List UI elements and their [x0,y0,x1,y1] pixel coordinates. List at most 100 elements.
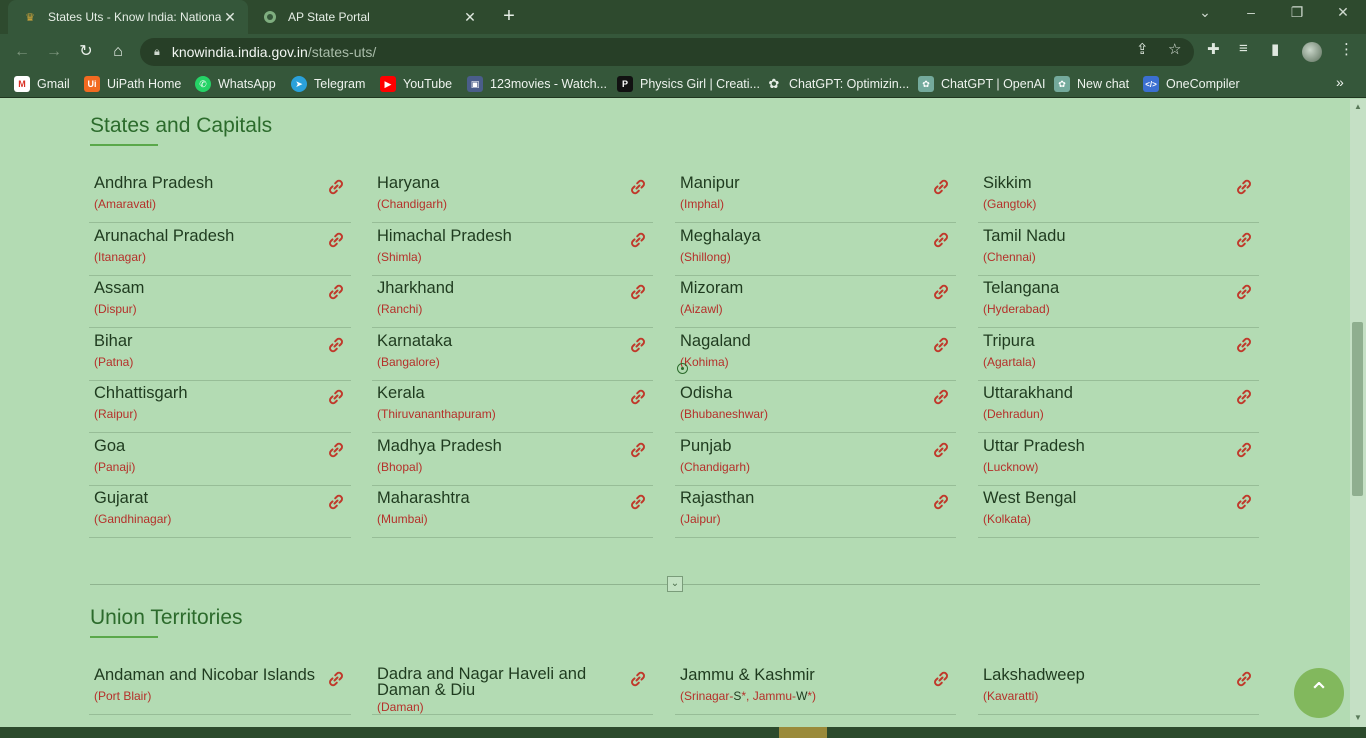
restore-icon[interactable]: ❐ [1285,4,1309,21]
bookmark-whatsapp[interactable]: ✆ WhatsApp [195,75,276,93]
close-window-icon[interactable]: ✕ [1331,4,1355,21]
state-name-link[interactable]: Nagaland [680,332,751,351]
external-link-icon[interactable] [1235,283,1253,301]
external-link-icon[interactable] [932,283,950,301]
list-item[interactable]: Rajasthan (Jaipur) [675,485,956,538]
state-name-link[interactable]: Kerala [377,384,425,403]
external-link-icon[interactable] [327,388,345,406]
side-panel-icon[interactable]: ▮ [1271,40,1279,58]
minimize-icon[interactable]: – [1239,4,1263,20]
external-link-icon[interactable] [1235,231,1253,249]
list-item[interactable]: Himachal Pradesh (Shimla) [372,223,653,276]
external-link-icon[interactable] [327,670,345,688]
state-name-link[interactable]: Gujarat [94,489,148,508]
menu-icon[interactable]: ⋮ [1339,40,1354,58]
list-item[interactable]: Nagaland (Kohima) [675,328,956,381]
state-name-link[interactable]: Sikkim [983,174,1032,193]
new-tab-button[interactable]: + [498,6,520,28]
list-item[interactable]: Karnataka (Bangalore) [372,328,653,381]
external-link-icon[interactable] [629,283,647,301]
state-name-link[interactable]: West Bengal [983,489,1076,508]
external-link-icon[interactable] [629,670,647,688]
list-item[interactable]: Uttarakhand (Dehradun) [978,380,1259,433]
media-icon[interactable]: ≡ [1239,40,1248,57]
bookmark-onecompiler[interactable]: </> OneCompiler [1143,75,1240,93]
list-item[interactable]: Haryana (Chandigarh) [372,170,653,223]
list-item[interactable]: Andaman and Nicobar Islands (Port Blair) [89,662,351,715]
reload-icon[interactable]: ↻ [76,42,96,62]
external-link-icon[interactable] [932,670,950,688]
list-item[interactable]: Gujarat (Gandhinagar) [89,485,351,538]
list-item[interactable]: Goa (Panaji) [89,433,351,486]
state-name-link[interactable]: Meghalaya [680,227,761,246]
list-item[interactable]: Odisha (Bhubaneshwar) [675,380,956,433]
external-link-icon[interactable] [327,441,345,459]
list-item[interactable]: Jammu & Kashmir (Srinagar-S*, Jammu-W*) [675,662,956,715]
external-link-icon[interactable] [629,493,647,511]
list-item[interactable]: Lakshadweep (Kavaratti) [978,662,1259,715]
state-name-link[interactable]: Uttarakhand [983,384,1073,403]
external-link-icon[interactable] [932,388,950,406]
bookmark-telegram[interactable]: ➤ Telegram [291,75,365,93]
state-name-link[interactable]: Bihar [94,332,133,351]
close-icon[interactable]: ✕ [222,9,238,26]
bookmark-chatgpt-optimizing[interactable]: ✿ ChatGPT: Optimizin... [766,75,910,93]
bookmarks-overflow-icon[interactable]: » [1336,74,1344,90]
state-name-link[interactable]: Punjab [680,437,731,456]
state-name-link[interactable]: Haryana [377,174,439,193]
list-item[interactable]: Assam (Dispur) [89,275,351,328]
external-link-icon[interactable] [932,336,950,354]
share-icon[interactable]: ⇪ [1136,40,1149,58]
state-name-link[interactable]: Assam [94,279,144,298]
external-link-icon[interactable] [932,493,950,511]
back-to-top-button[interactable]: ⌃ [1294,668,1344,718]
state-name-link[interactable]: Jharkhand [377,279,454,298]
address-bar[interactable]: 🔒︎ knowindia.india.gov.in/states-uts/ [140,38,1194,66]
external-link-icon[interactable] [932,178,950,196]
list-item[interactable]: Mizoram (Aizawl) [675,275,956,328]
external-link-icon[interactable] [1235,493,1253,511]
bookmark-uipath[interactable]: Ui UiPath Home [84,75,181,93]
profile-avatar[interactable] [1302,42,1322,62]
state-name-link[interactable]: Arunachal Pradesh [94,227,234,246]
bookmark-youtube[interactable]: ▶ YouTube [380,75,452,93]
state-name-link[interactable]: Manipur [680,174,740,193]
state-name-link[interactable]: Uttar Pradesh [983,437,1085,456]
list-item[interactable]: Dadra and Nagar Haveli and Daman & Diu (D… [372,662,653,715]
external-link-icon[interactable] [629,178,647,196]
state-name-link[interactable]: Odisha [680,384,732,403]
external-link-icon[interactable] [629,388,647,406]
list-item[interactable]: Andhra Pradesh (Amaravati) [89,170,351,223]
back-icon[interactable]: ← [12,42,32,62]
state-name-link[interactable]: Madhya Pradesh [377,437,502,456]
external-link-icon[interactable] [629,441,647,459]
list-item[interactable]: Arunachal Pradesh (Itanagar) [89,223,351,276]
tab-ap-state-portal[interactable]: AP State Portal ✕ [248,0,488,34]
bookmark-physics-girl[interactable]: P Physics Girl | Creati... [617,75,760,93]
external-link-icon[interactable] [327,231,345,249]
external-link-icon[interactable] [1235,670,1253,688]
bookmark-chatgpt-openai[interactable]: ✿ ChatGPT | OpenAI [918,75,1045,93]
list-item[interactable]: Madhya Pradesh (Bhopal) [372,433,653,486]
state-name-link[interactable]: Mizoram [680,279,743,298]
taskbar-active-app[interactable] [779,727,827,738]
state-name-link[interactable]: Himachal Pradesh [377,227,512,246]
list-item[interactable]: Punjab (Chandigarh) [675,433,956,486]
state-name-link[interactable]: Chhattisgarh [94,384,188,403]
list-item[interactable]: Maharashtra (Mumbai) [372,485,653,538]
state-name-link[interactable]: Karnataka [377,332,452,351]
external-link-icon[interactable] [932,231,950,249]
tab-states-uts[interactable]: ♛ States Uts - Know India: National ✕ [8,0,248,34]
state-name-link[interactable]: Tripura [983,332,1035,351]
bookmark-gmail[interactable]: M Gmail [14,75,70,93]
external-link-icon[interactable] [1235,441,1253,459]
state-name-link[interactable]: Andaman and Nicobar Islands [94,666,315,685]
list-item[interactable]: Bihar (Patna) [89,328,351,381]
list-item[interactable]: Kerala (Thiruvananthapuram) [372,380,653,433]
state-name-link[interactable]: Goa [94,437,125,456]
list-item[interactable]: Telangana (Hyderabad) [978,275,1259,328]
list-item[interactable]: Chhattisgarh (Raipur) [89,380,351,433]
home-icon[interactable]: ⌂ [108,42,128,62]
list-item[interactable]: Sikkim (Gangtok) [978,170,1259,223]
state-name-link[interactable]: Rajasthan [680,489,754,508]
